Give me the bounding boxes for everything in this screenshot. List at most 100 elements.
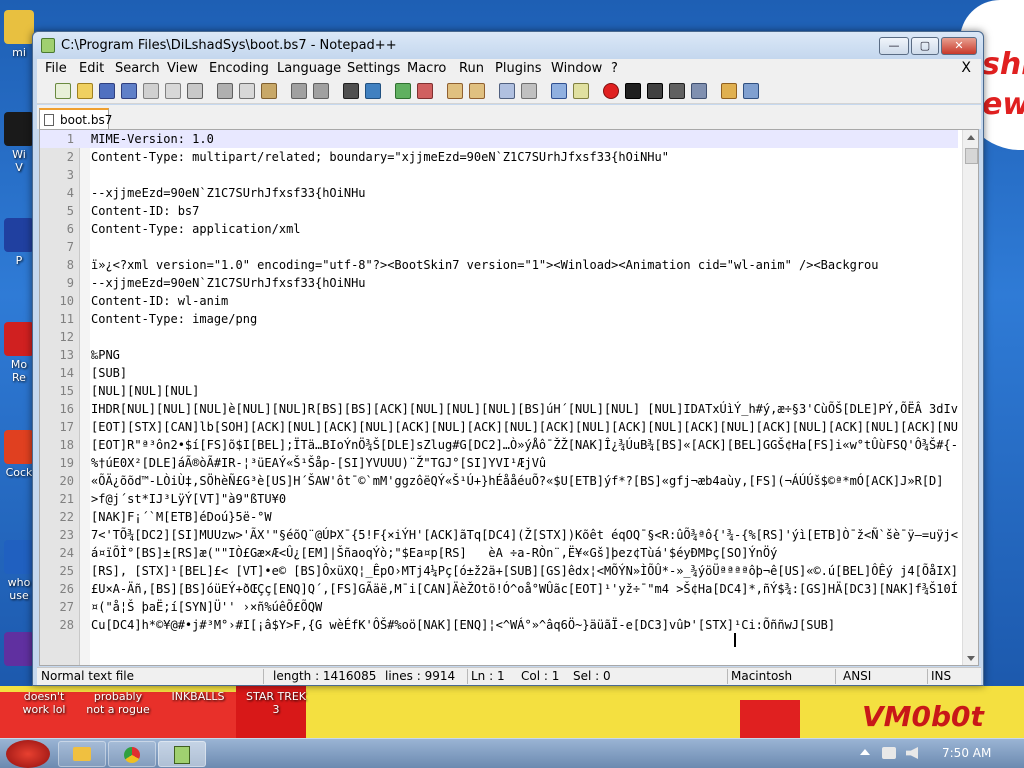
menu-plugins[interactable]: Plugins: [495, 61, 542, 76]
app-icon: [4, 632, 34, 666]
find-icon[interactable]: [343, 83, 359, 99]
editor-line: 9 --xjjmeEzd=90eN`Z1C7SUrhJfxsf33{hOiNHu: [40, 274, 958, 292]
editor-line: 16 IHDR[NUL][NUL][NUL]è[NUL][NUL]R[BS][BS…: [40, 400, 958, 418]
save-macro-icon[interactable]: [691, 83, 707, 99]
editor-line: 3: [40, 166, 958, 184]
desktop-icon[interactable]: who use: [2, 540, 36, 602]
record-macro-icon[interactable]: [603, 83, 619, 99]
spell-check-icon[interactable]: [743, 83, 759, 99]
sync-vertical-icon[interactable]: [447, 83, 463, 99]
scroll-up-arrow-icon[interactable]: [967, 135, 975, 140]
menu-view[interactable]: View: [167, 61, 198, 76]
mouse-ibeam-cursor: [734, 633, 736, 647]
sync-horizontal-icon[interactable]: [469, 83, 485, 99]
launch-browser-icon[interactable]: [721, 83, 737, 99]
line-text: [EOT]R"ª³ôn2•$í[FS]õ$I[BEL];ÏTä…BIoÝnÖ¾Š…: [91, 438, 958, 452]
status-separator: [835, 669, 836, 684]
close-document-x[interactable]: X: [961, 60, 971, 76]
play-macro-icon[interactable]: [647, 83, 663, 99]
word-wrap-icon[interactable]: [499, 83, 515, 99]
line-text: Content-ID: bs7: [91, 204, 200, 218]
desktop-icon[interactable]: Wi V: [2, 112, 36, 174]
taskbar-notepadpp-button[interactable]: [158, 741, 206, 767]
close-button[interactable]: ✕: [941, 37, 977, 55]
desktop-icon[interactable]: [2, 632, 36, 668]
line-text: [SUB]: [91, 366, 128, 380]
desktop-icon[interactable]: INKBALLS: [160, 690, 236, 703]
start-button-angry-bird-icon[interactable]: [6, 740, 50, 768]
window-title: C:\Program Files\DiLshadSys\boot.bs7 - N…: [61, 38, 397, 53]
zoom-in-icon[interactable]: [395, 83, 411, 99]
menu-encoding[interactable]: Encoding: [209, 61, 269, 76]
minimize-button[interactable]: —: [879, 37, 909, 55]
status-selection: Sel : 0: [573, 669, 611, 683]
line-text: %†úE0X²[DLE]áÃ®òÃ#IR-¦³üEAÝ«Š¹Šåp-[SI]YV…: [91, 456, 547, 470]
desktop-icon[interactable]: mi: [2, 10, 36, 59]
show-hidden-icons-icon[interactable]: [860, 749, 870, 755]
scroll-down-arrow-icon[interactable]: [967, 656, 975, 661]
network-icon[interactable]: [882, 747, 896, 759]
line-text: Content-Type: image/png: [91, 312, 258, 326]
desktop-icon[interactable]: doesn't work lol: [6, 690, 82, 716]
new-file-icon[interactable]: [55, 83, 71, 99]
desktop-icon[interactable]: probably not a rogue: [80, 690, 156, 716]
copy-icon[interactable]: [239, 83, 255, 99]
paste-icon[interactable]: [261, 83, 277, 99]
wallpaper-tag: VM0b0t: [862, 700, 984, 733]
line-text: >f@j´st*IJ³LÿÝ[VT]"à9"ßTU¥0: [91, 492, 287, 506]
vertical-scrollbar[interactable]: [962, 130, 978, 665]
menu-edit[interactable]: Edit: [79, 61, 104, 76]
line-number: 24: [59, 546, 74, 560]
title-bar[interactable]: C:\Program Files\DiLshadSys\boot.bs7 - N…: [33, 32, 983, 59]
desktop-icon[interactable]: Cock: [2, 430, 36, 479]
desktop-icon[interactable]: Mo Re: [2, 322, 36, 384]
menu-help[interactable]: ?: [611, 61, 618, 76]
status-bar: Normal text file length : 1416085 lines …: [37, 667, 981, 685]
menu-run[interactable]: Run: [459, 61, 484, 76]
taskbar-chrome-button[interactable]: [108, 741, 156, 767]
menu-file[interactable]: File: [45, 61, 67, 76]
open-file-icon[interactable]: [77, 83, 93, 99]
close-file-icon[interactable]: [143, 83, 159, 99]
undo-icon[interactable]: [291, 83, 307, 99]
menu-settings[interactable]: Settings: [347, 61, 400, 76]
show-all-chars-icon[interactable]: [521, 83, 537, 99]
editor-line: 24 á¤ïÕÌ°[BS]±[RS]æ(""IÒ£Gæ×Æ<Û¿[EM]|Šñao…: [40, 544, 958, 562]
save-icon[interactable]: [99, 83, 115, 99]
print-icon[interactable]: [187, 83, 203, 99]
volume-icon[interactable]: [906, 747, 918, 759]
indent-guide-icon[interactable]: [551, 83, 567, 99]
desktop-icon[interactable]: P: [2, 218, 36, 267]
cut-icon[interactable]: [217, 83, 233, 99]
redo-icon[interactable]: [313, 83, 329, 99]
line-number: 2: [66, 150, 74, 164]
menu-macro[interactable]: Macro: [407, 61, 446, 76]
file-icon: [44, 114, 54, 126]
stop-macro-icon[interactable]: [625, 83, 641, 99]
status-line-number: Ln : 1: [471, 669, 505, 683]
replace-icon[interactable]: [365, 83, 381, 99]
scroll-thumb[interactable]: [965, 148, 978, 164]
status-insert-mode: INS: [931, 669, 952, 683]
line-text: 7<'TÕ¾[DC2][SI]MUUzw>'ÃX'"§éõQ¨@ÚÞX¯{5!F…: [91, 528, 958, 542]
menu-language[interactable]: Language: [277, 61, 341, 76]
wallpaper-red-block-3: [740, 700, 800, 738]
editor-line: 8 ï»¿<?xml version="1.0" encoding="utf-8"…: [40, 256, 958, 274]
editor-line: 12: [40, 328, 958, 346]
menu-search[interactable]: Search: [115, 61, 160, 76]
editor-pane[interactable]: 1 MIME-Version: 1.0 2 Content-Type: multipa…: [39, 129, 979, 666]
save-all-icon[interactable]: [121, 83, 137, 99]
run-macro-multiple-icon[interactable]: [669, 83, 685, 99]
menu-window[interactable]: Window: [551, 61, 602, 76]
taskbar-clock[interactable]: 7:50 AM: [942, 746, 991, 760]
status-file-type: Normal text file: [41, 669, 135, 683]
zoom-out-icon[interactable]: [417, 83, 433, 99]
user-language-icon[interactable]: [573, 83, 589, 99]
line-number: 13: [59, 348, 74, 362]
close-all-icon[interactable]: [165, 83, 181, 99]
tab-boot-bs7[interactable]: boot.bs7: [39, 108, 112, 129]
desktop-icon[interactable]: STAR TREK 3: [238, 690, 314, 716]
maximize-button[interactable]: ▢: [911, 37, 939, 55]
taskbar-explorer-button[interactable]: [58, 741, 106, 767]
desktop-icon-label: STAR TREK 3: [245, 690, 307, 716]
